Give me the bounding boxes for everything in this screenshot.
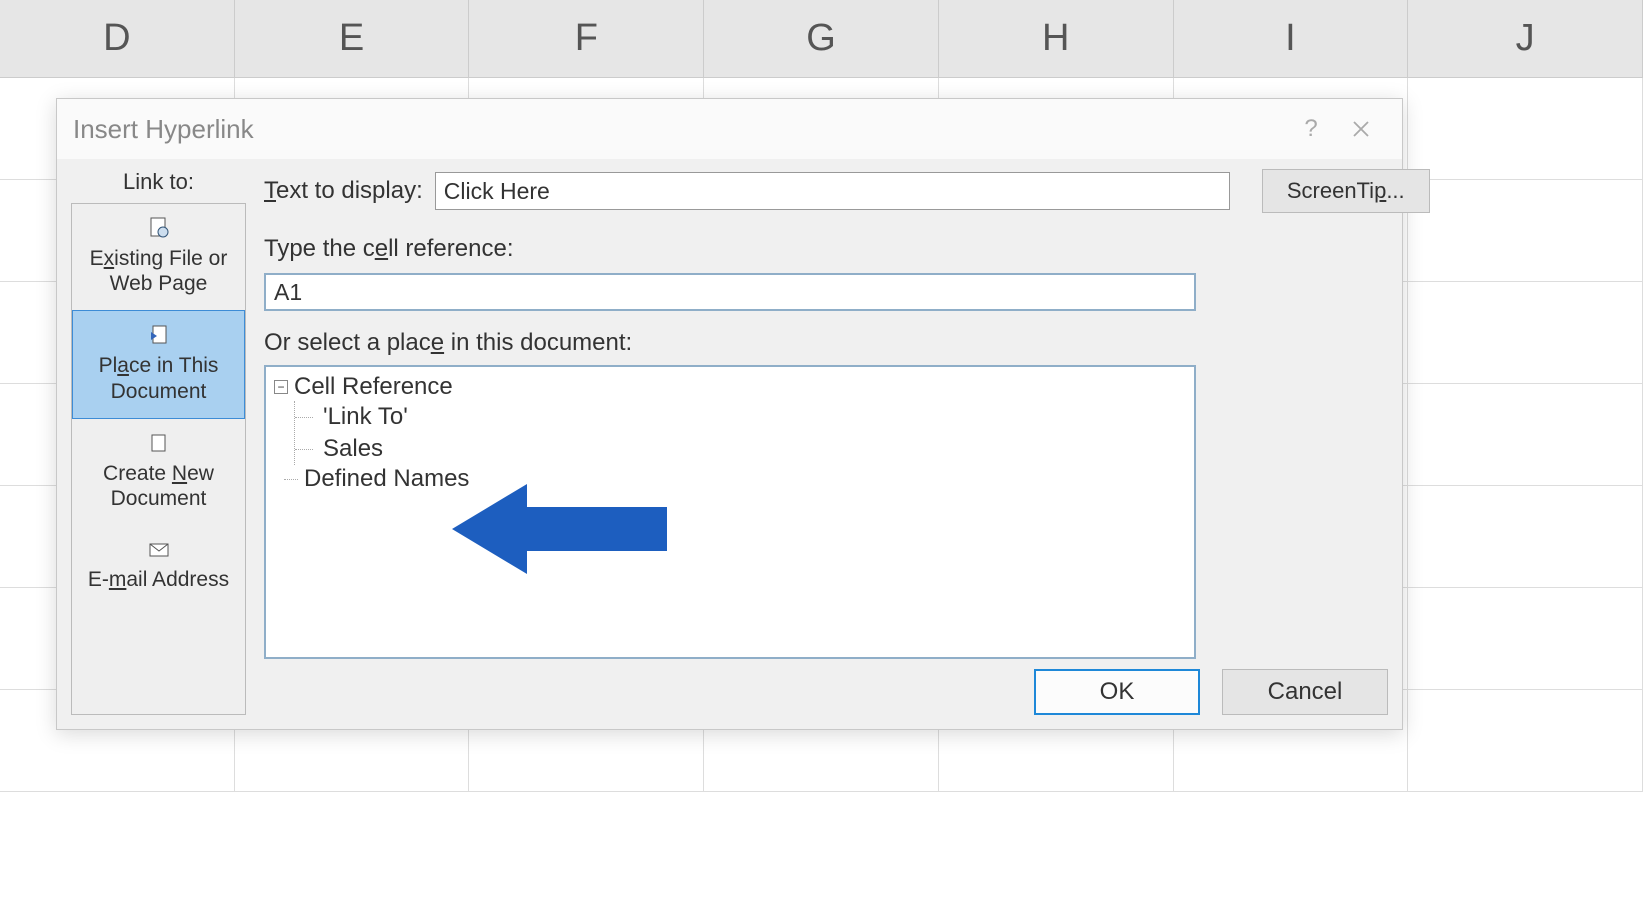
or-select-place-label: Or select a place in this document:	[264, 329, 1430, 357]
tree-node-label: Defined Names	[304, 465, 469, 493]
cell[interactable]	[1408, 486, 1643, 587]
link-to-panel: Existing File or Web Page Place in This …	[71, 203, 246, 715]
screentip-button[interactable]: ScreenTip...	[1262, 169, 1430, 213]
cell[interactable]	[1408, 180, 1643, 281]
column-header[interactable]: G	[704, 0, 939, 77]
email-icon	[147, 537, 171, 561]
column-header[interactable]: D	[0, 0, 235, 77]
column-header-row: D E F G H I J	[0, 0, 1643, 78]
insert-hyperlink-dialog: Insert Hyperlink ? Link to: Existing Fil…	[56, 98, 1403, 730]
column-header[interactable]: I	[1174, 0, 1409, 77]
link-to-label: Link to:	[117, 169, 200, 195]
tree-node-label: Cell Reference	[294, 373, 453, 401]
collapse-toggle-icon[interactable]: −	[274, 380, 288, 394]
content-panel: Text to display: ScreenTip... Type the c…	[246, 169, 1430, 715]
cancel-button[interactable]: Cancel	[1222, 669, 1388, 715]
linkto-item-label: Existing File or Web Page	[78, 246, 239, 296]
cell[interactable]	[1408, 282, 1643, 383]
tree-node-sheet-link-to[interactable]: 'Link To'	[295, 401, 1186, 433]
cell[interactable]	[1408, 588, 1643, 689]
cell[interactable]	[1408, 384, 1643, 485]
dialog-titlebar: Insert Hyperlink ?	[57, 99, 1402, 159]
document-bookmark-icon	[147, 323, 171, 347]
column-header[interactable]: J	[1408, 0, 1643, 77]
dialog-title: Insert Hyperlink	[73, 114, 1286, 145]
tree-node-sheet-sales[interactable]: Sales	[295, 433, 1186, 465]
globe-file-icon	[147, 216, 171, 240]
linkto-email-address[interactable]: E-mail Address	[72, 525, 245, 606]
linkto-place-in-document[interactable]: Place in This Document	[72, 310, 245, 418]
close-icon	[1352, 120, 1370, 138]
text-to-display-input[interactable]	[435, 172, 1230, 210]
linkto-create-new-document[interactable]: Create New Document	[72, 419, 245, 525]
column-header[interactable]: H	[939, 0, 1174, 77]
text-to-display-label: Text to display:	[264, 177, 423, 205]
column-header[interactable]: E	[235, 0, 470, 77]
cell-reference-input[interactable]	[264, 273, 1196, 311]
help-button[interactable]: ?	[1286, 109, 1336, 149]
linkto-existing-file[interactable]: Existing File or Web Page	[72, 204, 245, 310]
linkto-item-label: Place in This Document	[79, 353, 238, 403]
document-place-tree[interactable]: − Cell Reference 'Link To' Sales Defined…	[264, 365, 1196, 659]
tree-node-defined-names[interactable]: Defined Names	[274, 465, 1186, 493]
linkto-item-label: Create New Document	[78, 461, 239, 511]
cell[interactable]	[1408, 78, 1643, 179]
close-button[interactable]	[1336, 109, 1386, 149]
tree-node-cell-reference[interactable]: − Cell Reference	[274, 373, 1186, 401]
cell-reference-label: Type the cell reference:	[264, 235, 1430, 263]
new-document-icon	[147, 431, 171, 455]
dialog-button-row: OK Cancel	[1034, 669, 1388, 715]
cell[interactable]	[1408, 690, 1643, 791]
column-header[interactable]: F	[469, 0, 704, 77]
linkto-item-label: E-mail Address	[88, 567, 229, 592]
ok-button[interactable]: OK	[1034, 669, 1200, 715]
